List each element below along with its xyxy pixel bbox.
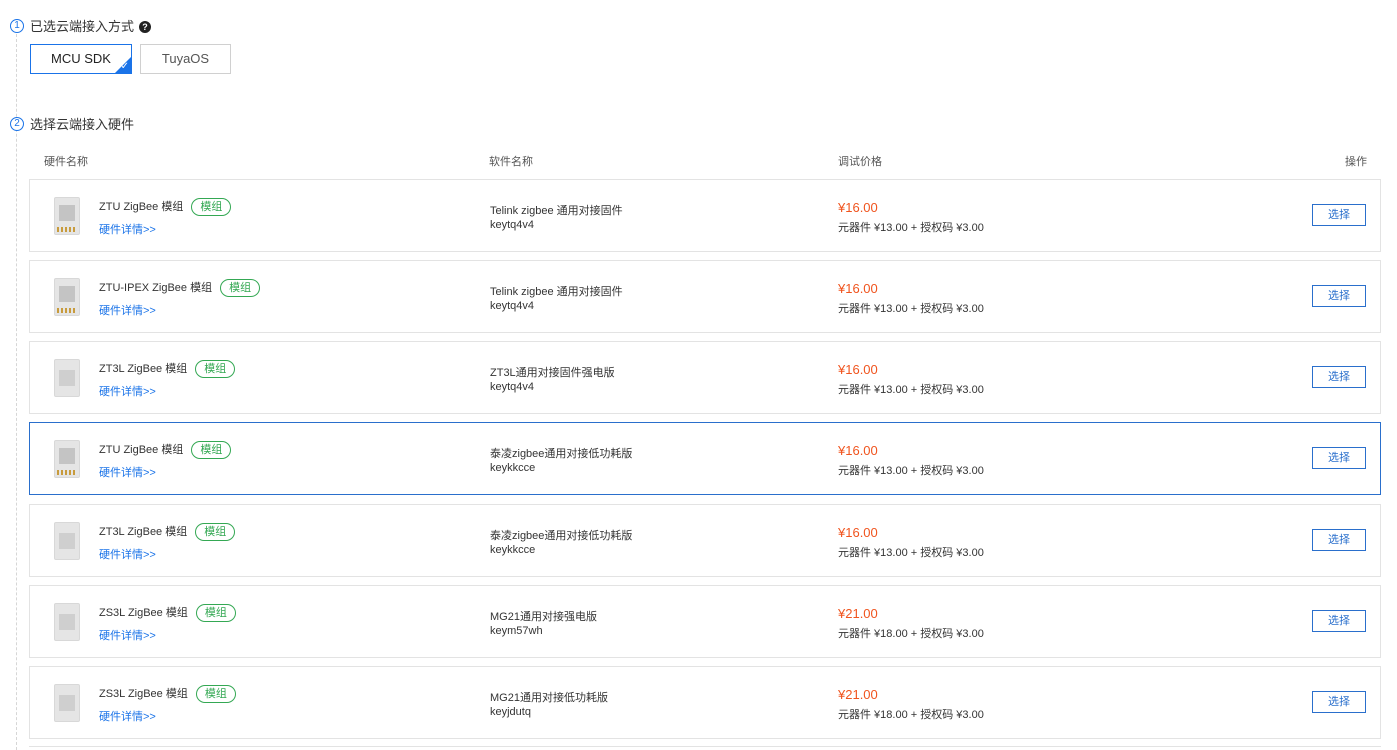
software-name: Telink zigbee 通用对接固件 (490, 205, 623, 217)
price-breakdown: 元器件 ¥18.00 + 授权码 ¥3.00 (838, 709, 984, 721)
software-key: keym57wh (490, 625, 543, 637)
mode-mcu-sdk-button[interactable]: MCU SDK ✓ (30, 44, 132, 74)
debug-price: ¥16.00 (838, 200, 878, 215)
hardware-name-wrap: ZTU ZigBee 模组 模组 (99, 441, 232, 460)
hardware-details-link[interactable]: 硬件详情>> (99, 708, 156, 724)
mode-tuyaos-button[interactable]: TuyaOS (140, 44, 231, 74)
hardware-row[interactable]: ZTU-IPEX ZigBee 模组 模组 硬件详情>> Telink zigbe… (29, 260, 1381, 333)
select-button[interactable]: 选择 (1312, 691, 1366, 713)
price-breakdown: 元器件 ¥13.00 + 授权码 ¥3.00 (838, 222, 984, 234)
column-header-action: 操作 (1345, 156, 1367, 168)
zigbee-module-image (54, 522, 80, 560)
step-connector-line (16, 34, 17, 750)
software-key: keykkcce (490, 544, 536, 556)
hardware-name-wrap: ZT3L ZigBee 模组 模组 (99, 523, 236, 542)
hardware-row[interactable]: ZTU ZigBee 模组 模组 硬件详情>> Telink zigbee 通用对… (29, 179, 1381, 252)
select-button[interactable]: 选择 (1312, 204, 1366, 226)
hardware-details-link[interactable]: 硬件详情>> (99, 546, 156, 562)
module-tag: 模组 (220, 279, 261, 298)
module-tag: 模组 (191, 198, 232, 217)
mode-tuyaos-label: TuyaOS (161, 51, 210, 66)
module-tag: 模组 (195, 523, 236, 542)
price-breakdown: 元器件 ¥13.00 + 授权码 ¥3.00 (838, 547, 984, 559)
hardware-row[interactable]: ZT3L ZigBee 模组 模组 硬件详情>> 泰凌zigbee通用对接低功耗版… (29, 504, 1381, 577)
software-name: Telink zigbee 通用对接固件 (490, 286, 623, 298)
hardware-name: ZS3L ZigBee 模组 (99, 607, 188, 619)
software-key: keytq4v4 (490, 381, 535, 393)
zigbee-module-image (54, 359, 80, 397)
hardware-row[interactable]: ZS3L ZigBee 模组 模组 硬件详情>> MG21通用对接低功耗版 key… (29, 666, 1381, 739)
software-key: keytq4v4 (490, 219, 535, 231)
price-breakdown: 元器件 ¥13.00 + 授权码 ¥3.00 (838, 465, 984, 477)
software-key: keykkcce (490, 462, 536, 474)
hardware-details-link[interactable]: 硬件详情>> (99, 627, 156, 643)
software-name: 泰凌zigbee通用对接低功耗版 (490, 530, 633, 542)
hardware-name-wrap: ZS3L ZigBee 模组 模组 (99, 604, 236, 623)
hardware-details-link[interactable]: 硬件详情>> (99, 464, 156, 480)
zigbee-module-image (54, 197, 80, 235)
checkmark-icon: ✓ (120, 61, 129, 72)
hardware-row-active[interactable]: ZTU ZigBee 模组 模组 硬件详情>> 泰凌zigbee通用对接低功耗版 … (29, 422, 1381, 495)
module-tag: 模组 (195, 360, 236, 379)
hardware-name-wrap: ZT3L ZigBee 模组 模组 (99, 360, 236, 379)
hardware-name: ZTU ZigBee 模组 (99, 444, 184, 456)
step-1-title: 已选云端接入方式? (30, 16, 152, 35)
hardware-row[interactable]: ZT3L ZigBee 模组 模组 硬件详情>> ZT3L通用对接固件强电版 ke… (29, 341, 1381, 414)
software-name: MG21通用对接低功耗版 (490, 692, 608, 704)
software-key: keyjdutq (490, 706, 531, 718)
mode-mcu-sdk-label: MCU SDK (51, 51, 111, 66)
debug-price: ¥21.00 (838, 687, 878, 702)
price-breakdown: 元器件 ¥13.00 + 授权码 ¥3.00 (838, 384, 984, 396)
hardware-details-link[interactable]: 硬件详情>> (99, 302, 156, 318)
software-key: keytq4v4 (490, 300, 535, 312)
debug-price: ¥16.00 (838, 443, 878, 458)
hardware-name: ZS3L ZigBee 模组 (99, 688, 188, 700)
debug-price: ¥16.00 (838, 281, 878, 296)
column-header-price: 调试价格 (838, 156, 882, 168)
step-1-number: 1 (10, 19, 24, 33)
column-header-software: 软件名称 (489, 156, 533, 168)
debug-price: ¥16.00 (838, 362, 878, 377)
select-button[interactable]: 选择 (1312, 447, 1366, 469)
help-icon[interactable]: ? (139, 21, 152, 33)
software-name: ZT3L通用对接固件强电版 (490, 367, 615, 379)
step-1-title-text: 已选云端接入方式 (30, 19, 135, 34)
zigbee-module-image (54, 603, 80, 641)
hardware-row[interactable]: ZS3L ZigBee 模组 模组 硬件详情>> MG21通用对接强电版 keym… (29, 585, 1381, 658)
software-name: 泰凌zigbee通用对接低功耗版 (490, 448, 633, 460)
hardware-name: ZTU-IPEX ZigBee 模组 (99, 282, 213, 294)
hardware-name: ZTU ZigBee 模组 (99, 201, 184, 213)
zigbee-module-image (54, 440, 80, 478)
step-2-title: 选择云端接入硬件 (30, 117, 135, 132)
column-header-hardware: 硬件名称 (44, 156, 88, 168)
select-button[interactable]: 选择 (1312, 610, 1366, 632)
select-button[interactable]: 选择 (1312, 529, 1366, 551)
module-tag: 模组 (191, 441, 232, 460)
next-row-edge (29, 746, 1381, 750)
step-2-number: 2 (10, 117, 24, 131)
debug-price: ¥16.00 (838, 525, 878, 540)
hardware-name: ZT3L ZigBee 模组 (99, 363, 188, 375)
price-breakdown: 元器件 ¥13.00 + 授权码 ¥3.00 (838, 303, 984, 315)
hardware-name: ZT3L ZigBee 模组 (99, 526, 188, 538)
hardware-details-link[interactable]: 硬件详情>> (99, 221, 156, 237)
hardware-details-link[interactable]: 硬件详情>> (99, 383, 156, 399)
software-name: MG21通用对接强电版 (490, 611, 597, 623)
select-button[interactable]: 选择 (1312, 366, 1366, 388)
hardware-name-wrap: ZTU ZigBee 模组 模组 (99, 198, 232, 217)
module-tag: 模组 (195, 685, 236, 704)
zigbee-module-image (54, 684, 80, 722)
hardware-name-wrap: ZS3L ZigBee 模组 模组 (99, 685, 236, 704)
select-button[interactable]: 选择 (1312, 285, 1366, 307)
debug-price: ¥21.00 (838, 606, 878, 621)
zigbee-module-image (54, 278, 80, 316)
hardware-name-wrap: ZTU-IPEX ZigBee 模组 模组 (99, 279, 261, 298)
module-tag: 模组 (195, 604, 236, 623)
price-breakdown: 元器件 ¥18.00 + 授权码 ¥3.00 (838, 628, 984, 640)
